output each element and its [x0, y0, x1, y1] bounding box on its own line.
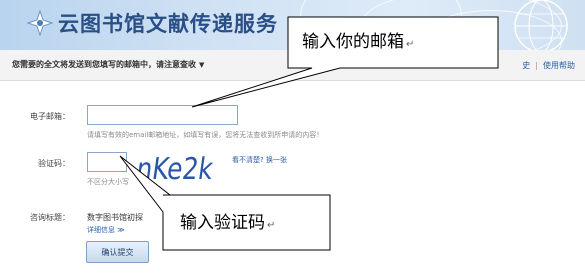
return-mark-icon: ↵: [267, 220, 276, 231]
email-callout-text: 输入你的邮箱 ↵: [302, 27, 414, 52]
captcha-callout-text: 输入验证码 ↵: [180, 208, 275, 233]
captcha-callout-shape: [119, 155, 331, 251]
return-mark-icon: ↵: [406, 39, 415, 50]
captcha-callout-label: 输入验证码: [180, 213, 265, 233]
email-callout-label: 输入你的邮箱: [302, 32, 404, 52]
callout-shapes: [119, 16, 499, 251]
